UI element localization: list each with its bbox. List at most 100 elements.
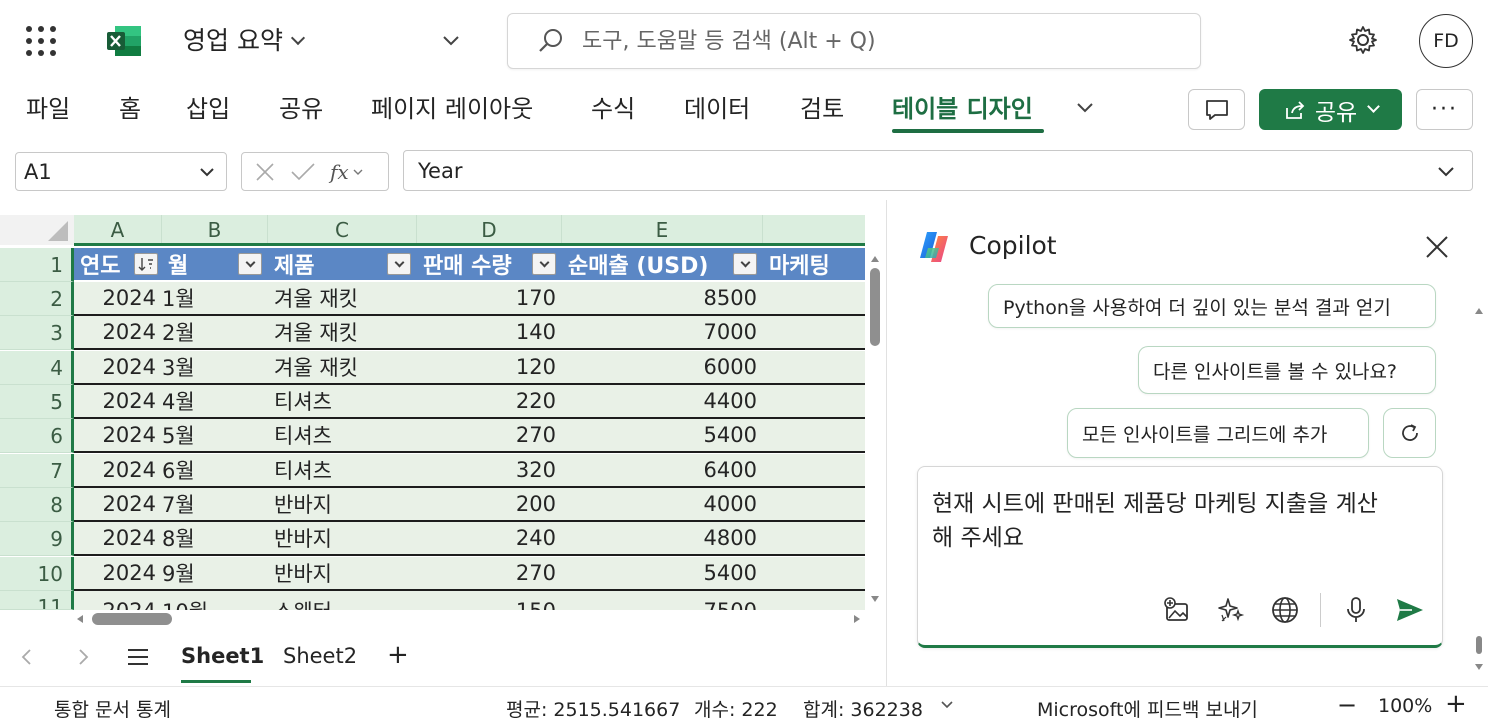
insert-function-icon[interactable]: fx (330, 160, 349, 184)
suggestion-more-insights[interactable]: 다른 인사이트를 볼 수 있나요? (1138, 346, 1436, 394)
tab-home[interactable]: 홈 (119, 92, 141, 126)
cell-product[interactable]: 티셔츠 (268, 454, 417, 486)
cell-month[interactable]: 10월 (162, 595, 268, 610)
document-title[interactable]: 영업 요약 (183, 24, 306, 58)
filter-dropdown-icon[interactable] (733, 253, 757, 275)
refresh-suggestions-button[interactable] (1383, 408, 1436, 458)
horizontal-scrollbar[interactable] (74, 610, 864, 628)
row-header[interactable]: 5 (0, 385, 74, 419)
cell-product[interactable]: 겨울 재킷 (268, 351, 417, 383)
copilot-scrollbar[interactable] (1472, 300, 1486, 680)
cancel-x-icon[interactable] (254, 161, 276, 183)
row-header[interactable]: 2 (0, 282, 74, 316)
cell-year[interactable]: 2024 (74, 419, 162, 451)
filter-dropdown-icon[interactable] (387, 253, 411, 275)
copilot-prompt-text[interactable]: 현재 시트에 판매된 제품당 마케팅 지출을 계산해 주세요 (932, 487, 1392, 555)
sparkle-prompts-icon[interactable] (1204, 595, 1258, 625)
cell-units[interactable]: 140 (417, 316, 562, 348)
ribbon-more-tabs-chevron-icon[interactable] (1075, 97, 1095, 117)
confirm-check-icon[interactable] (290, 161, 316, 183)
tab-review[interactable]: 검토 (800, 92, 844, 126)
cell-units[interactable]: 240 (417, 522, 562, 554)
cell-product[interactable]: 티셔츠 (268, 385, 417, 417)
search-input[interactable] (582, 28, 1142, 54)
column-header-e[interactable]: E (562, 215, 763, 245)
column-header-b[interactable]: B (162, 215, 268, 245)
row-header[interactable]: 6 (0, 419, 74, 453)
cell-net-sales[interactable]: 6000 (562, 351, 763, 383)
tab-insert[interactable]: 삽입 (186, 92, 230, 126)
microphone-icon[interactable] (1329, 595, 1383, 625)
table-header-marketing[interactable]: 마케팅 (763, 248, 865, 280)
table-header-month[interactable]: 월 (162, 248, 268, 280)
feedback-link[interactable]: Microsoft에 피드백 보내기 (1037, 695, 1258, 720)
status-options-chevron-icon[interactable] (940, 699, 954, 711)
table-header-year[interactable]: 연도 (74, 248, 162, 280)
row-header[interactable]: 10 (0, 557, 74, 591)
workbook-statistics[interactable]: 통합 문서 통계 (54, 695, 171, 720)
user-avatar[interactable]: FD (1419, 14, 1473, 68)
cell-units[interactable]: 170 (417, 282, 562, 314)
cell-product[interactable]: 반바지 (268, 488, 417, 520)
row-header[interactable]: 8 (0, 488, 74, 522)
cell-net-sales[interactable]: 4000 (562, 488, 763, 520)
cell-net-sales[interactable]: 4400 (562, 385, 763, 417)
row-header[interactable]: 4 (0, 351, 74, 385)
previous-sheet-icon[interactable] (20, 648, 34, 666)
cell-units[interactable]: 270 (417, 557, 562, 589)
cell-year[interactable]: 2024 (74, 522, 162, 554)
chevron-down-icon[interactable] (353, 167, 363, 177)
cell-month[interactable]: 8월 (162, 522, 268, 554)
cell-net-sales[interactable]: 7500 (562, 595, 763, 610)
cell-year[interactable]: 2024 (74, 385, 162, 417)
share-button[interactable]: 공유 (1259, 89, 1402, 130)
cell-units[interactable]: 200 (417, 488, 562, 520)
comments-button[interactable] (1188, 89, 1245, 130)
cell-units[interactable]: 150 (417, 595, 562, 610)
cell-product[interactable]: 티셔츠 (268, 419, 417, 451)
title-options-chevron-icon[interactable] (441, 30, 461, 50)
suggestion-python-analysis[interactable]: Python을 사용하여 더 깊이 있는 분석 결과 얻기 (988, 284, 1436, 328)
more-options-button[interactable]: ··· (1416, 89, 1473, 130)
column-header-a[interactable]: A (74, 215, 162, 245)
cell-year[interactable]: 2024 (74, 454, 162, 486)
copilot-prompt-box[interactable]: 현재 시트에 판매된 제품당 마케팅 지출을 계산해 주세요 (917, 466, 1443, 648)
cell-product[interactable]: 반바지 (268, 522, 417, 554)
cell-product[interactable]: 겨울 재킷 (268, 282, 417, 314)
send-icon[interactable] (1383, 596, 1437, 624)
tab-page-layout[interactable]: 페이지 레이아웃 (371, 92, 533, 126)
cell-product[interactable]: 스웨터 (268, 595, 417, 610)
add-image-icon[interactable] (1150, 596, 1204, 624)
cell-year[interactable]: 2024 (74, 351, 162, 383)
row-header[interactable]: 9 (0, 522, 74, 556)
cell-units[interactable]: 270 (417, 419, 562, 451)
cell-month[interactable]: 5월 (162, 419, 268, 451)
cell-net-sales[interactable]: 7000 (562, 316, 763, 348)
row-header[interactable]: 11 (0, 591, 74, 610)
search-box[interactable] (507, 13, 1201, 69)
select-all-corner[interactable] (0, 215, 74, 245)
zoom-out-button[interactable]: − (1337, 691, 1357, 719)
column-header-d[interactable]: D (417, 215, 562, 245)
table-header-product[interactable]: 제품 (268, 248, 417, 280)
row-header[interactable]: 1 (0, 248, 74, 282)
cell-year[interactable]: 2024 (74, 488, 162, 520)
row-header[interactable]: 7 (0, 454, 74, 488)
filter-dropdown-icon[interactable] (238, 253, 262, 275)
formula-input[interactable]: Year (403, 150, 1473, 191)
sheet-tab-sheet1[interactable]: Sheet1 (181, 644, 264, 668)
app-launcher-icon[interactable] (26, 26, 56, 56)
cell-units[interactable]: 120 (417, 351, 562, 383)
cell-year[interactable]: 2024 (74, 282, 162, 314)
cell-net-sales[interactable]: 5400 (562, 419, 763, 451)
cell-month[interactable]: 9월 (162, 557, 268, 589)
cell-year[interactable]: 2024 (74, 316, 162, 348)
cell-month[interactable]: 2월 (162, 316, 268, 348)
suggestion-add-insights-to-grid[interactable]: 모든 인사이트를 그리드에 추가 (1067, 408, 1369, 458)
cell-product[interactable]: 겨울 재킷 (268, 316, 417, 348)
all-sheets-menu-icon[interactable] (126, 647, 150, 667)
close-icon[interactable] (1424, 234, 1450, 260)
cell-month[interactable]: 4월 (162, 385, 268, 417)
name-box[interactable]: A1 (15, 152, 227, 191)
cell-net-sales[interactable]: 4800 (562, 522, 763, 554)
